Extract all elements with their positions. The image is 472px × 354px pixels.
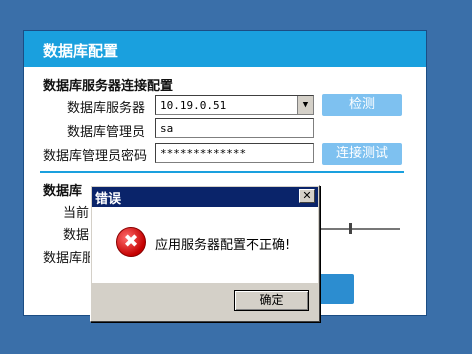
detect-button[interactable]: 检测 [322, 94, 402, 116]
slider-track[interactable] [320, 228, 400, 230]
error-message: 应用服务器配置不正确! [155, 238, 291, 253]
ok-button[interactable]: 确定 [234, 290, 309, 311]
server-label: 数据库服务器 [67, 101, 146, 116]
connection-section-title: 数据库服务器连接配置 [43, 79, 174, 94]
password-label: 数据库管理员密码 [43, 149, 148, 164]
dialog-body: ✖ 应用服务器配置不正确! [92, 207, 318, 283]
panel-title: 数据库配置 [43, 42, 119, 60]
dialog-title: 错误 [95, 192, 122, 207]
second-row2-label: 数据 [63, 228, 90, 243]
admin-input[interactable]: sa [155, 118, 314, 138]
second-section-title: 数据库 [43, 184, 83, 199]
admin-label: 数据库管理员 [67, 125, 146, 140]
panel-header: 数据库配置 [24, 31, 426, 67]
close-icon[interactable]: ✕ [299, 189, 315, 203]
second-row3-label: 数据库服 [43, 251, 96, 266]
test-connection-button[interactable]: 连接测试 [322, 143, 402, 165]
second-row1-label: 当前 [63, 206, 90, 221]
chevron-down-icon[interactable]: ▼ [297, 96, 313, 114]
slider-thumb[interactable] [349, 223, 352, 234]
server-value: 10.19.0.51 [160, 99, 227, 112]
error-icon: ✖ [116, 227, 146, 257]
error-dialog: 错误 ✕ ✖ 应用服务器配置不正确! 确定 [90, 185, 320, 322]
server-select[interactable]: 10.19.0.51 ▼ [155, 95, 314, 115]
section-divider [40, 171, 404, 173]
password-input[interactable]: ************* [155, 143, 314, 163]
dialog-titlebar[interactable]: 错误 ✕ [92, 187, 318, 207]
